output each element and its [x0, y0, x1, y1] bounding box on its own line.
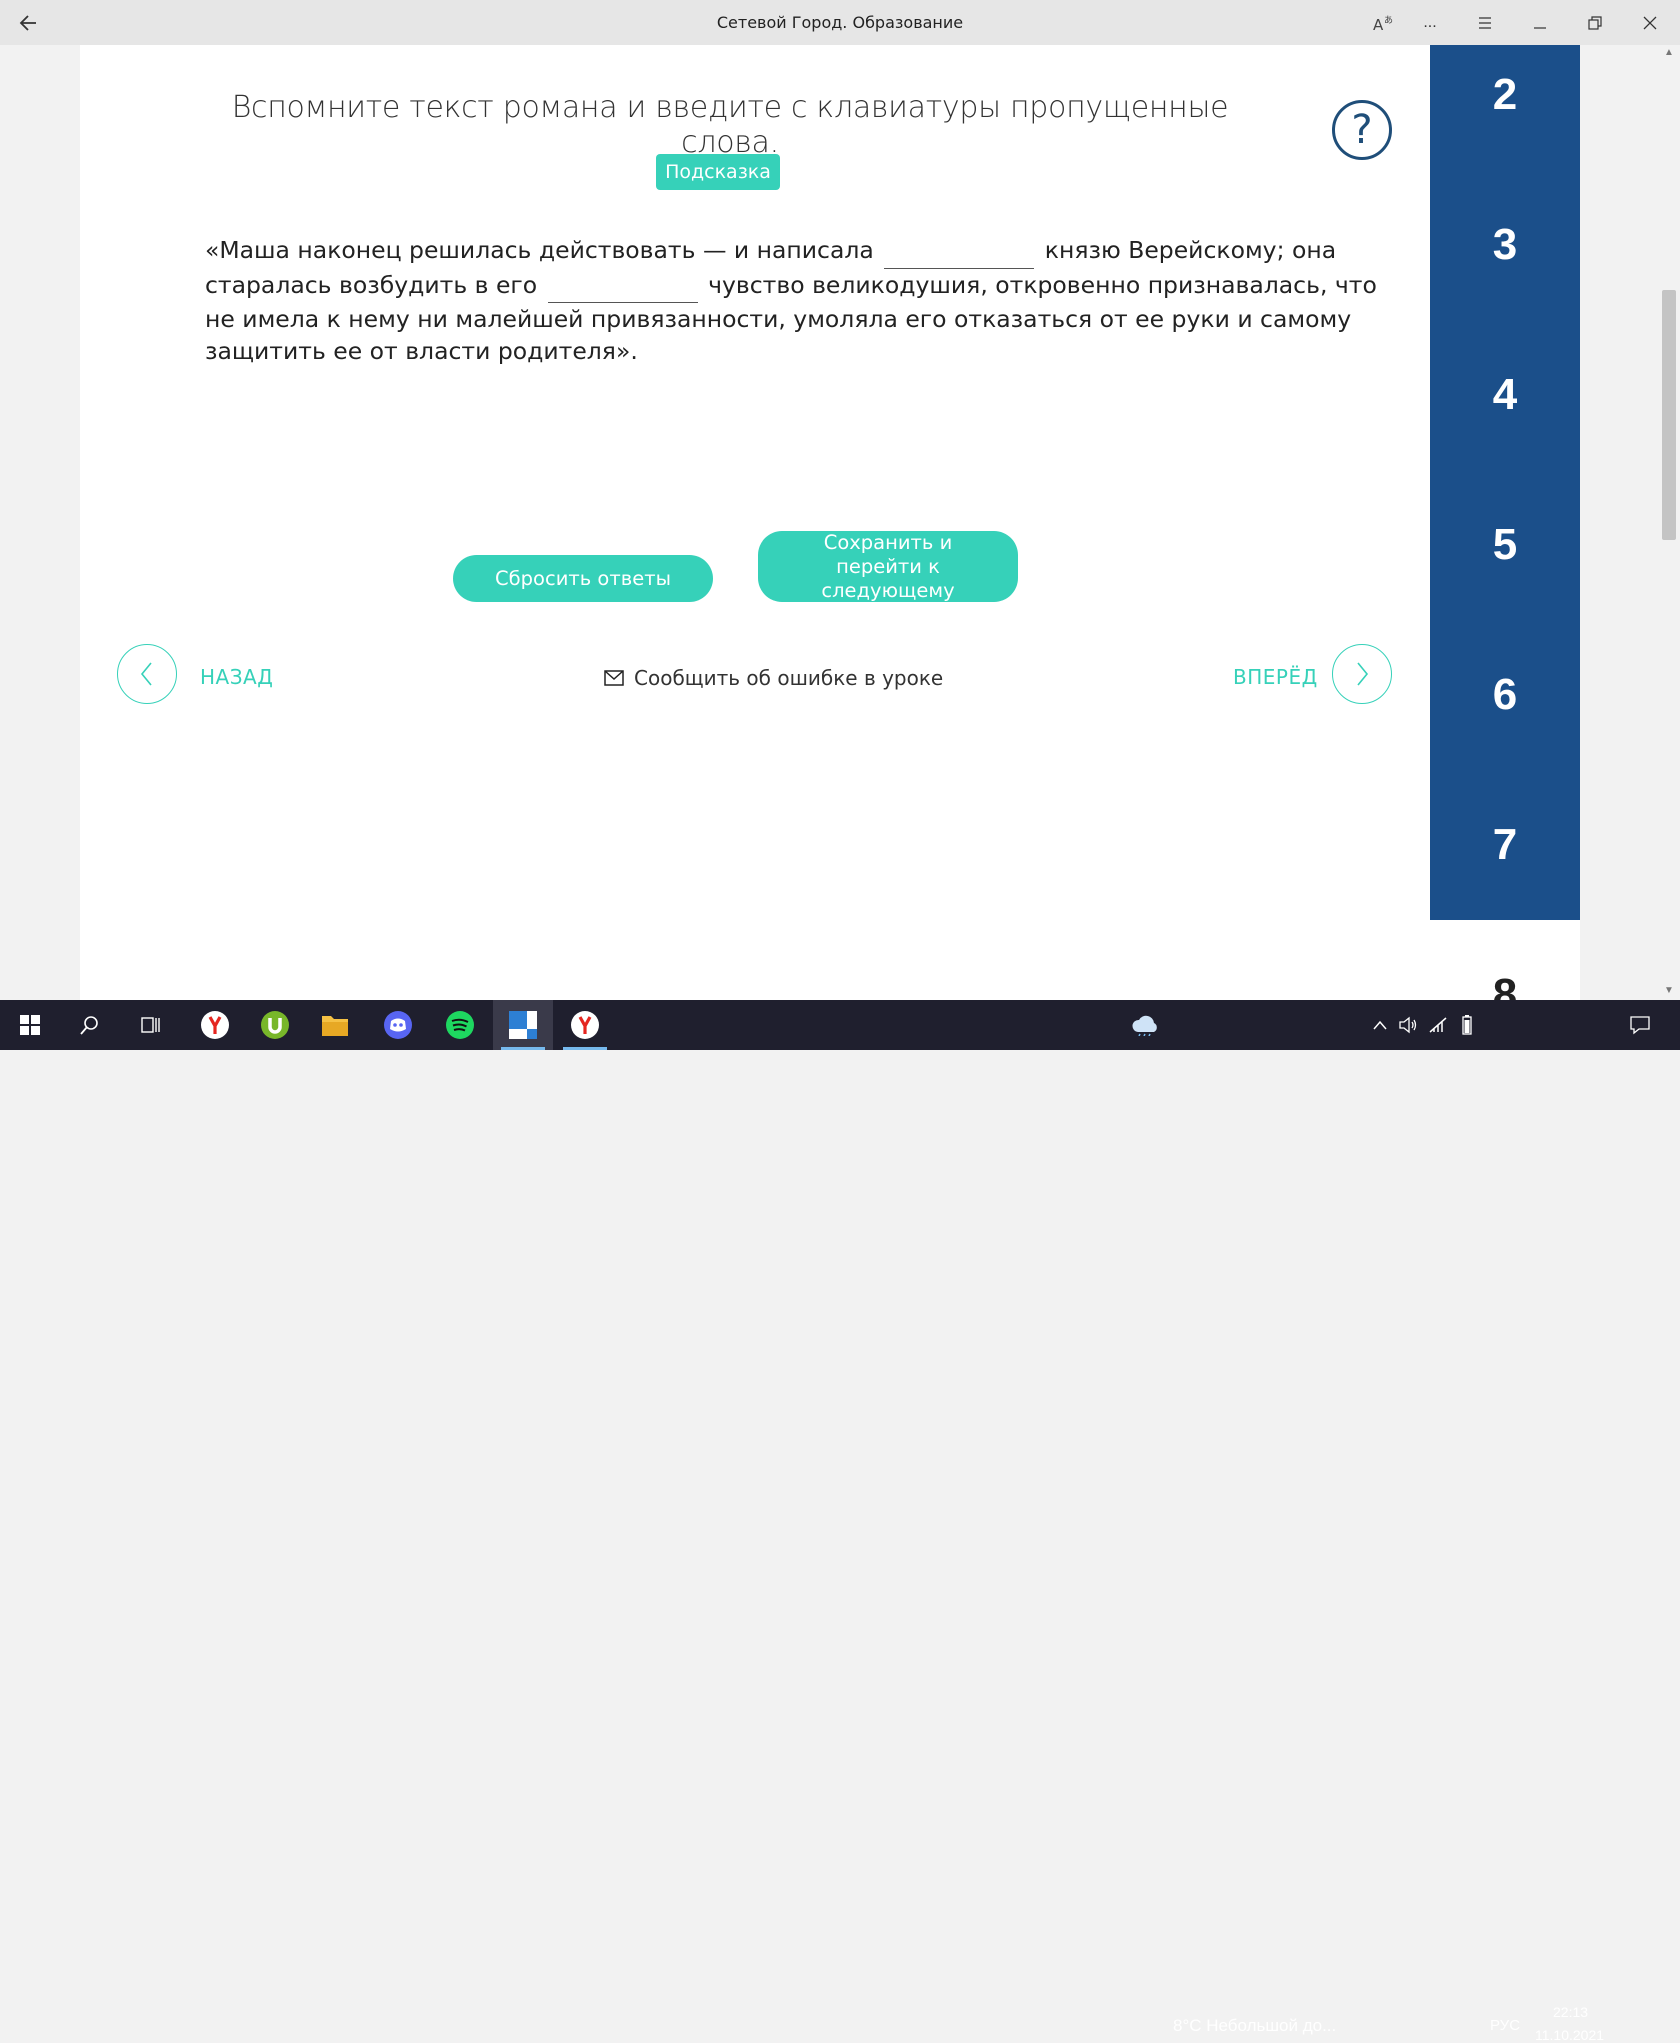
question-number-2[interactable]: 2: [1430, 70, 1580, 120]
question-number-6[interactable]: 6: [1430, 670, 1580, 720]
question-number-5[interactable]: 5: [1430, 520, 1580, 570]
svg-text:あ: あ: [1384, 15, 1393, 26]
notifications-icon[interactable]: [1625, 1000, 1655, 1050]
scroll-up-arrow-icon[interactable]: ▲: [1663, 48, 1675, 58]
passage-text: «Маша наконец решилась действовать — и н…: [205, 234, 1385, 367]
read-aloud-icon[interactable]: Aあ: [1364, 8, 1404, 38]
chevron-right-icon: [1357, 662, 1369, 686]
back-nav-button[interactable]: [117, 644, 177, 704]
more-menu-button[interactable]: ...: [1410, 8, 1450, 38]
input-language[interactable]: РУС: [1490, 2017, 1520, 2034]
back-nav-label[interactable]: НАЗАД: [200, 665, 273, 689]
help-button[interactable]: ?: [1332, 100, 1392, 160]
lesson-card: [80, 45, 1580, 1000]
network-icon[interactable]: [1423, 1000, 1453, 1050]
title-bar: Сетевой Город. Образование Aあ ...: [0, 0, 1680, 45]
passage-part-1: «Маша наконец решилась действовать — и н…: [205, 236, 874, 264]
close-icon[interactable]: [1630, 8, 1670, 38]
minimize-icon[interactable]: [1520, 8, 1560, 38]
hint-button[interactable]: Подсказка: [656, 154, 780, 190]
scroll-down-arrow-icon[interactable]: ▼: [1663, 986, 1675, 996]
weather-cloud-icon[interactable]: [1120, 1000, 1170, 1050]
report-error-link[interactable]: Сообщить об ошибке в уроке: [604, 665, 943, 691]
question-number-4[interactable]: 4: [1430, 370, 1580, 420]
save-and-next-button[interactable]: Сохранить и перейти к следующему: [758, 531, 1018, 602]
restore-icon[interactable]: [1575, 8, 1615, 38]
task-view-icon[interactable]: [120, 1000, 180, 1050]
forward-nav-button[interactable]: [1332, 644, 1392, 704]
netschool-app-icon[interactable]: [493, 1000, 553, 1050]
envelope-icon: [604, 670, 624, 686]
chevron-left-icon: [140, 662, 152, 686]
yandex-browser-icon[interactable]: [185, 1000, 245, 1050]
report-error-label: Сообщить об ошибке в уроке: [634, 666, 944, 690]
question-number-8[interactable]: 8: [1430, 970, 1580, 1000]
utorrent-icon[interactable]: [245, 1000, 305, 1050]
file-explorer-icon[interactable]: [305, 1000, 365, 1050]
search-icon[interactable]: [60, 1000, 120, 1050]
svg-text:A: A: [1373, 16, 1384, 33]
hamburger-menu-icon[interactable]: [1465, 8, 1505, 38]
taskbar: 8°C Небольшой до... РУС 22:13 11.10.2021: [0, 1000, 1680, 2043]
discord-icon[interactable]: [368, 1000, 428, 1050]
scrollbar-thumb[interactable]: [1662, 290, 1676, 540]
task-instruction: Вспомните текст романа и введите с клави…: [231, 90, 1229, 160]
question-number-7[interactable]: 7: [1430, 820, 1580, 870]
battery-icon[interactable]: [1452, 1000, 1482, 1050]
yandex-browser-window-icon[interactable]: [555, 1000, 615, 1050]
spotify-icon[interactable]: [430, 1000, 490, 1050]
reset-answers-button[interactable]: Сбросить ответы: [453, 555, 713, 602]
chevron-up-icon[interactable]: [1365, 1000, 1395, 1050]
clock-date[interactable]: 11.10.2021: [1535, 2027, 1604, 2043]
forward-nav-label[interactable]: ВПЕРЁД: [1233, 665, 1318, 689]
question-number-3[interactable]: 3: [1430, 220, 1580, 270]
weather-text[interactable]: 8°C Небольшой до...: [1173, 2016, 1336, 2036]
answer-blank-2[interactable]: [547, 277, 698, 303]
volume-icon[interactable]: [1393, 1000, 1423, 1050]
clock-time[interactable]: 22:13: [1553, 2004, 1588, 2020]
answer-blank-1[interactable]: [884, 242, 1035, 269]
question-navigator: [1430, 45, 1580, 920]
windows-start-icon[interactable]: [0, 1000, 60, 1050]
